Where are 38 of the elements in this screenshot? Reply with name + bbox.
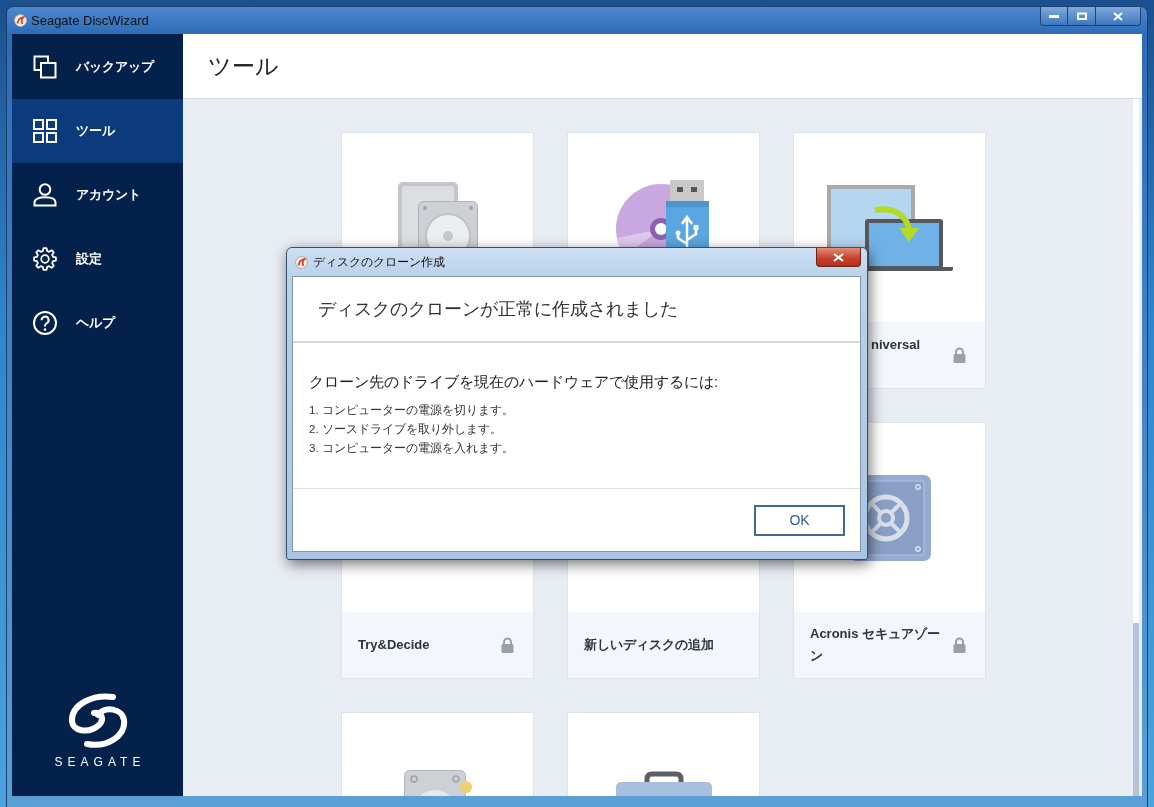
close-button[interactable] — [816, 248, 861, 267]
close-icon — [1113, 11, 1123, 21]
nav-item[interactable]: ヘルプ — [12, 291, 183, 355]
help-icon — [33, 311, 57, 335]
swirl-logo-icon — [66, 692, 129, 748]
ok-button[interactable]: OK — [754, 504, 845, 536]
nav-item[interactable]: バックアップ — [12, 35, 183, 99]
window-title: Seagate DiscWizard — [31, 13, 149, 28]
brand-name: SEAGATE — [54, 755, 146, 769]
tool-label: niversal — [871, 336, 922, 354]
maximize-button[interactable] — [1068, 7, 1096, 26]
step-text: 3. コンピューターの電源を入れます。 — [309, 441, 514, 456]
dialog-heading: ディスクのクローンが正常に作成されました — [318, 298, 678, 321]
nav-item[interactable]: 設定 — [12, 227, 183, 291]
tool-label: 新しいディスクの追加 — [584, 636, 715, 654]
close-icon — [833, 252, 844, 262]
scrollbar-track[interactable] — [1133, 99, 1139, 796]
minimize-button[interactable] — [1040, 7, 1068, 26]
tool-label: Acronis セキュアゾーン — [810, 625, 941, 665]
step-text: 1. コンピューターの電源を切ります。 — [309, 403, 514, 418]
tool-label: Try&Decide — [358, 636, 431, 654]
instruction-text: クローン先のドライブを現在のハードウェアで使用するには: — [309, 373, 720, 392]
minimize-icon — [1049, 14, 1059, 18]
settings-icon — [33, 247, 57, 271]
scrollbar-thumb[interactable] — [1133, 623, 1139, 796]
person-icon — [33, 183, 57, 207]
logo-icon — [14, 14, 27, 27]
copy-icon — [33, 55, 57, 79]
logo-icon — [295, 255, 308, 269]
laptop-transfer-icon — [826, 184, 953, 271]
grid-icon — [33, 119, 57, 143]
nav-item[interactable]: アカウント — [12, 163, 183, 227]
maximize-icon — [1076, 12, 1087, 20]
page-title: ツール — [208, 51, 279, 81]
dialog-title: ディスクのクローン作成 — [313, 253, 445, 271]
step-text: 2. ソースドライブを取り外します。 — [309, 422, 502, 437]
nav-item[interactable]: ツール — [12, 99, 183, 163]
close-button[interactable] — [1096, 7, 1141, 26]
